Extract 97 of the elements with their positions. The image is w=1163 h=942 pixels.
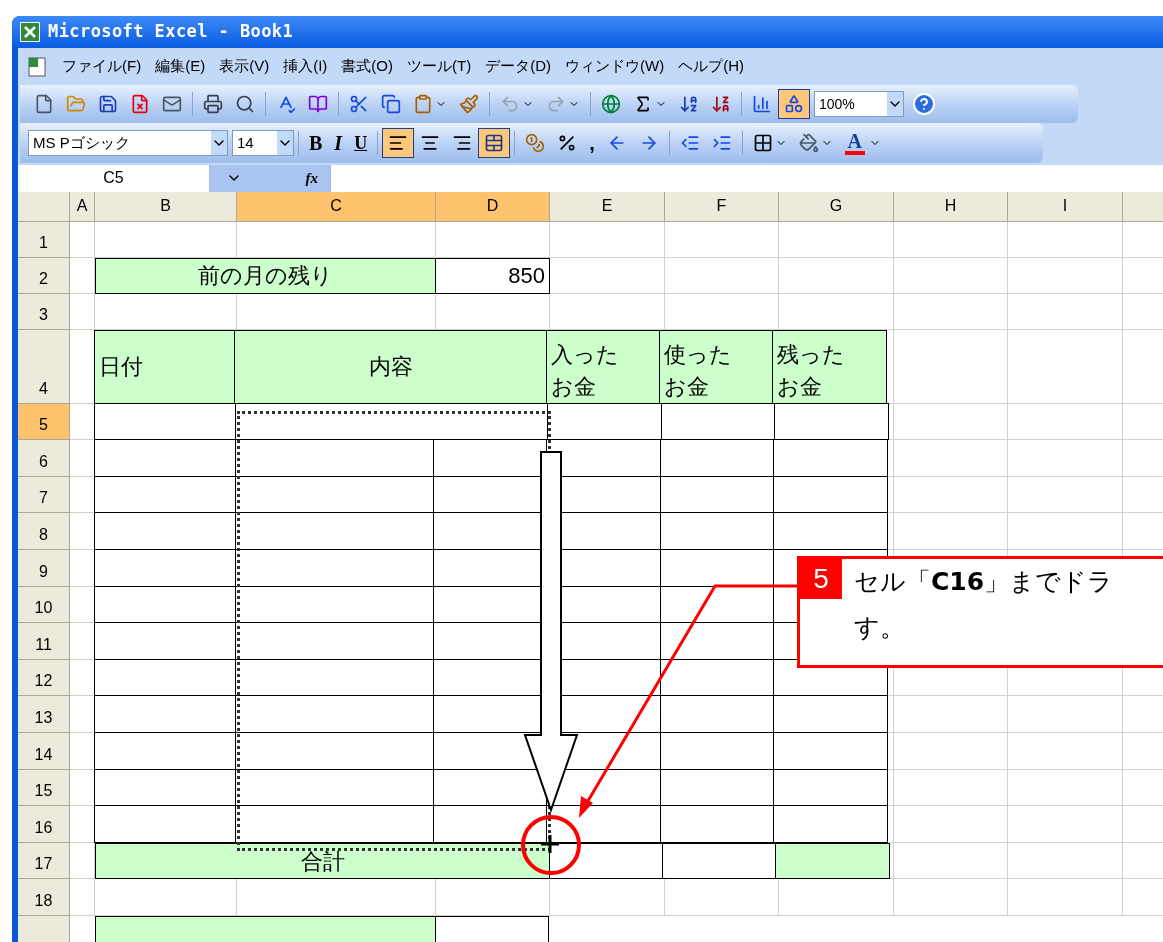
column-header[interactable]: D [436, 191, 550, 222]
font-field[interactable]: MS Pゴシック [28, 130, 228, 156]
menu-item[interactable]: 表示(V) [219, 55, 270, 78]
row-header[interactable]: 5 [18, 403, 70, 441]
merge-center-icon [484, 133, 505, 153]
highlight-circle [520, 813, 582, 876]
menu-item[interactable]: 編集(E) [155, 55, 206, 78]
menu-item[interactable]: 挿入(I) [283, 55, 328, 78]
table-header-cell: 入ったお金 [545, 329, 661, 404]
underline-button[interactable]: U [348, 128, 374, 158]
shapes-button[interactable] [778, 89, 810, 119]
function-label[interactable]: fx [305, 167, 318, 190]
fill-color-icon [798, 133, 819, 153]
caret-icon [277, 131, 293, 155]
row-header[interactable]: 15 [18, 769, 70, 807]
help-icon[interactable] [912, 92, 936, 116]
column-header[interactable]: E [550, 191, 665, 222]
row-header[interactable]: 8 [18, 513, 70, 551]
row-header[interactable]: 2 [18, 257, 70, 294]
document-icon [130, 94, 150, 114]
row-header[interactable]: 6 [18, 440, 70, 477]
align-left-button[interactable] [382, 128, 415, 158]
folder-icon [66, 94, 86, 114]
new-file-icon [34, 94, 54, 114]
column-header[interactable]: F [665, 191, 779, 222]
menu-item[interactable]: 書式(O) [341, 55, 393, 78]
book-icon [308, 94, 328, 114]
italic-button[interactable]: I [328, 128, 349, 158]
row-header[interactable]: 14 [18, 733, 70, 770]
font-color-button[interactable]: A [838, 128, 887, 158]
merge-center-button[interactable] [478, 128, 511, 158]
globe-icon [601, 94, 621, 114]
table-cell: 850 [436, 257, 550, 294]
caret-icon [211, 131, 227, 155]
redo-icon [546, 94, 566, 114]
font-size-field[interactable]: 14 [232, 130, 294, 156]
window-title: Microsoft Excel - Book1 [48, 20, 294, 44]
column-header[interactable]: B [95, 191, 237, 222]
row-header[interactable]: 18 [18, 879, 70, 916]
excel-app-icon [20, 22, 40, 42]
sort-ascending-icon [679, 94, 699, 114]
grid-cell [70, 221, 95, 258]
table-cell: 前の月の残り [95, 257, 436, 294]
align-left-icon [388, 133, 409, 153]
row-header[interactable]: 3 [18, 293, 70, 330]
row-header[interactable]: 13 [18, 696, 70, 734]
column-header[interactable]: H [894, 191, 1008, 222]
printer-icon [203, 94, 223, 114]
crosshair-cursor-icon [541, 834, 559, 853]
zoom-field[interactable]: 100% [814, 91, 904, 117]
mail-icon [162, 94, 182, 114]
row-header[interactable]: 12 [18, 659, 70, 697]
increase-indent-icon [711, 133, 732, 153]
table-header-cell: 日付 [93, 329, 236, 404]
scissors-icon [349, 94, 369, 114]
sort-descending-icon [711, 94, 731, 114]
row-header[interactable]: 4 [18, 329, 70, 404]
align-center-icon [420, 133, 441, 153]
menu-item[interactable]: ヘルプ(H) [678, 55, 744, 78]
borders-icon [752, 133, 773, 153]
align-right-icon [452, 133, 473, 153]
row-header[interactable]: 10 [18, 586, 70, 624]
row-header[interactable]: 7 [18, 476, 70, 514]
table-header-cell: 内容 [234, 329, 547, 404]
column-header[interactable]: G [779, 191, 894, 222]
coins-icon [525, 133, 546, 153]
menu-item[interactable]: ツール(T) [407, 55, 472, 78]
row-header[interactable]: 9 [18, 550, 70, 587]
instruction-text: セル「C16」までドラ す。 [853, 565, 1114, 644]
undo-icon [500, 94, 520, 114]
sheet-document-icon [26, 55, 48, 78]
column-header[interactable]: C [237, 191, 436, 222]
menu-item[interactable]: データ(D) [485, 55, 551, 78]
decrease-indent-icon [679, 133, 700, 153]
column-header[interactable]: I [1008, 191, 1123, 222]
menu-item[interactable]: ウィンドウ(W) [565, 55, 665, 78]
row-header[interactable]: 11 [18, 623, 70, 660]
row-header[interactable]: 16 [18, 806, 70, 843]
comma-button[interactable]: , [583, 128, 601, 158]
row-header[interactable]: 17 [18, 842, 70, 880]
bar-chart-icon [752, 94, 772, 114]
step-number: 5 [800, 558, 842, 599]
caret-icon [887, 92, 903, 116]
print-preview-icon [235, 94, 255, 114]
table-header-cell: 残ったお金 [771, 329, 887, 404]
shapes-icon [784, 94, 804, 114]
copy-icon [381, 94, 401, 114]
column-header[interactable]: A [70, 191, 95, 222]
bold-button[interactable]: B [303, 128, 329, 158]
clipboard-icon [413, 94, 433, 114]
brush-icon [459, 94, 479, 114]
grid-cell [70, 293, 95, 330]
row-header[interactable]: 1 [18, 221, 70, 258]
grid-cell [70, 879, 95, 916]
table-cell: 合計 [95, 842, 550, 880]
menu-item[interactable]: ファイル(F) [62, 55, 142, 78]
table-header-cell: 使ったお金 [659, 329, 773, 404]
